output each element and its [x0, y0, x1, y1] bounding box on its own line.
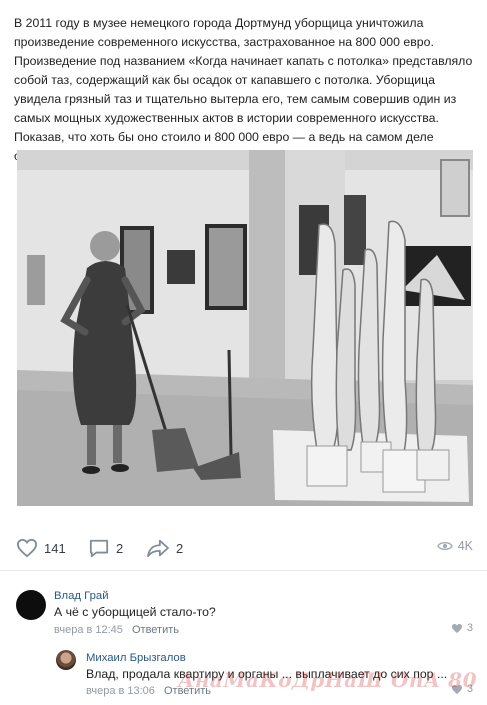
comment-time: вчера в 12:45	[54, 624, 123, 636]
avatar[interactable]	[16, 590, 46, 620]
post-photo[interactable]	[17, 150, 473, 506]
comment-like-button[interactable]: 3	[451, 622, 473, 634]
share-count: 2	[176, 540, 184, 556]
museum-photo-illustration	[17, 150, 473, 506]
comment-author[interactable]: Влад Грай	[54, 590, 109, 602]
heart-icon	[16, 538, 38, 558]
comment-time: вчера в 13:06	[86, 685, 155, 697]
views-count: 4K	[457, 539, 473, 553]
like-count: 141	[44, 540, 66, 556]
like-button[interactable]: 141	[16, 538, 66, 558]
avatar[interactable]	[56, 650, 76, 670]
eye-icon	[436, 541, 453, 551]
comment-count: 2	[116, 540, 124, 556]
comment-button[interactable]: 2	[88, 538, 123, 558]
comment-icon	[89, 539, 109, 558]
reply-link[interactable]: Ответить	[132, 624, 179, 636]
views-counter: 4K	[436, 539, 473, 553]
comment-like-count: 3	[466, 622, 473, 634]
comments-divider	[0, 570, 487, 571]
share-button[interactable]: 2	[146, 538, 183, 558]
post-text: В 2011 году в музее немецкого города Дор…	[14, 16, 473, 163]
watermark: АнаМаКоДрНаШ ОпА 80	[178, 668, 477, 692]
post-actions-bar: 141 2 2 4K	[0, 534, 487, 564]
comment-author[interactable]: Михаил Брызгалов	[86, 652, 186, 664]
comment-text: А чё с уборщицей стало-то?	[54, 605, 216, 619]
heart-icon	[451, 623, 462, 633]
comment-item: Влад Грай А чё с уборщицей стало-то? вче…	[0, 584, 487, 644]
share-icon	[147, 539, 169, 558]
comment-meta: вчера в 12:45 Ответить	[54, 624, 179, 636]
